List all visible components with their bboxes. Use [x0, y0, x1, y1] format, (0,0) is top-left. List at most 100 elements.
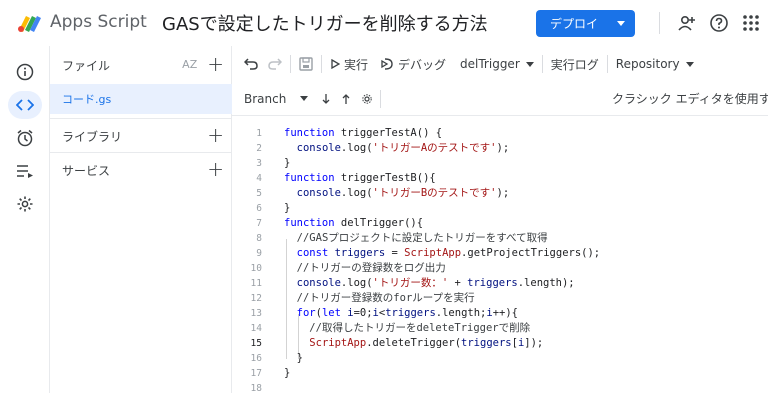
files-section-header: ファイル AZ +	[50, 48, 232, 82]
redo-icon[interactable]	[268, 58, 282, 70]
code-line[interactable]: 4 function triggerTestB(){	[232, 171, 768, 186]
code-line[interactable]: 9 const triggers = ScriptApp.getProjectT…	[232, 246, 768, 261]
push-icon[interactable]	[342, 93, 350, 104]
code-text: ScriptApp.deleteTrigger(triggers[i]);	[309, 337, 544, 349]
code-text: //トリガー登録数のforループを実行	[296, 292, 475, 304]
debug-icon	[381, 58, 393, 70]
line-number: 17	[250, 368, 262, 379]
line-number: 8	[256, 233, 262, 244]
deploy-button[interactable]: デプロイ	[536, 10, 635, 37]
settings-icon[interactable]	[8, 190, 42, 218]
add-user-icon[interactable]	[676, 12, 698, 34]
branch-toolbar: Branch クラシック エディタを使用す	[232, 82, 768, 116]
line-number: 14	[250, 323, 262, 334]
line-number: 1	[256, 128, 262, 139]
code-line[interactable]: 18	[232, 381, 768, 393]
classic-editor-label: クラシック エディタを使用す	[612, 92, 768, 106]
files-title: ファイル	[62, 58, 111, 73]
line-number: 3	[256, 158, 262, 169]
line-number: 6	[256, 203, 262, 214]
code-line[interactable]: 13 for(let i=0;i<triggers.length;i++){	[232, 306, 768, 321]
file-item-code-gs[interactable]: コード.gs	[50, 84, 232, 114]
line-number: 4	[256, 173, 262, 184]
line-number: 11	[250, 278, 262, 289]
libraries-section-header: ライブラリ +	[50, 119, 232, 153]
code-icon[interactable]	[8, 91, 42, 119]
debug-label: デバッグ	[398, 57, 447, 72]
file-name: コード.gs	[62, 93, 112, 106]
app-name[interactable]: Apps Script	[50, 12, 147, 32]
services-title: サービス	[62, 163, 111, 178]
project-title[interactable]: GASで設定したトリガーを削除する方法	[162, 10, 488, 36]
pull-icon[interactable]	[322, 93, 330, 104]
line-number: 7	[256, 218, 262, 229]
code-text: //トリガーの登録数をログ出力	[296, 262, 446, 274]
code-editor[interactable]: 1 function triggerTestA() { 2 console.log(…	[232, 126, 768, 393]
code-text: console.log('トリガーAのテストです');	[296, 142, 510, 154]
line-number: 16	[250, 353, 262, 364]
services-section-header: サービス +	[50, 153, 232, 187]
function-select-value: delTrigger	[460, 57, 520, 71]
code-line[interactable]: 11 console.log('トリガー数：' + triggers.lengt…	[232, 276, 768, 291]
execution-log-label: 実行ログ	[550, 57, 599, 72]
line-number: 2	[256, 143, 262, 154]
code-line[interactable]: 15 ScriptApp.deleteTrigger(triggers[i]);	[232, 336, 768, 351]
info-icon[interactable]	[8, 58, 42, 86]
line-number: 10	[250, 263, 262, 274]
app-header: Apps Script GASで設定したトリガーを削除する方法 デプロイ	[0, 0, 768, 46]
add-service-icon[interactable]: +	[207, 159, 224, 179]
code-line[interactable]: 8 //GASプロジェクトに設定したトリガーをすべて取得	[232, 231, 768, 246]
code-line[interactable]: 5 console.log('トリガーBのテストです');	[232, 186, 768, 201]
code-text: const triggers = ScriptApp.getProjectTri…	[296, 247, 601, 259]
code-line[interactable]: 10 //トリガーの登録数をログ出力	[232, 261, 768, 276]
code-line[interactable]: 1 function triggerTestA() {	[232, 126, 768, 141]
branch-select[interactable]: Branch	[244, 92, 309, 106]
code-text: }	[284, 202, 291, 214]
alarm-icon[interactable]	[8, 124, 42, 152]
code-line[interactable]: 2 console.log('トリガーAのテストです');	[232, 141, 768, 156]
code-line[interactable]: 17}	[232, 366, 768, 381]
line-number: 13	[250, 308, 262, 319]
libraries-title: ライブラリ	[62, 129, 123, 144]
add-file-icon[interactable]: +	[207, 54, 224, 74]
repository-label: Repository	[615, 57, 680, 71]
code-line[interactable]: 14 //取得したトリガーをdeleteTriggerで削除	[232, 321, 768, 336]
git-settings-icon[interactable]	[362, 93, 373, 104]
toolbar-divider	[290, 55, 291, 73]
undo-icon[interactable]	[244, 58, 258, 70]
classic-editor-link[interactable]: クラシック エディタを使用す	[612, 90, 768, 107]
chevron-down-icon	[300, 96, 309, 101]
apps-grid-icon[interactable]	[740, 12, 762, 34]
code-text: function triggerTestA() {	[284, 127, 443, 139]
debug-button[interactable]: デバッグ	[380, 56, 446, 73]
line-number: 18	[250, 383, 262, 393]
chevron-down-icon	[685, 61, 694, 67]
add-library-icon[interactable]: +	[207, 125, 224, 145]
code-line[interactable]: 16 }	[232, 351, 768, 366]
code-line[interactable]: 6}	[232, 201, 768, 216]
code-text: for(let i=0;i<triggers.length;i++){	[296, 307, 518, 319]
line-number: 12	[250, 293, 262, 304]
code-line[interactable]: 12 //トリガー登録数のforループを実行	[232, 291, 768, 306]
chevron-down-icon	[617, 21, 625, 26]
repository-select[interactable]: Repository	[616, 57, 694, 71]
help-icon[interactable]	[708, 12, 730, 34]
function-select[interactable]: delTrigger	[460, 57, 534, 71]
line-number: 15	[250, 338, 262, 349]
line-number: 5	[256, 188, 262, 199]
sort-icon[interactable]: AZ	[182, 58, 197, 71]
left-nav-rail	[0, 46, 50, 393]
code-line[interactable]: 7 function delTrigger(){	[232, 216, 768, 231]
editor-toolbar: 実行 デバッグ delTrigger 実行ログ Repository	[232, 46, 768, 82]
run-button[interactable]: 実行	[330, 56, 368, 73]
code-text: }	[284, 367, 291, 379]
line-number: 9	[256, 248, 262, 259]
save-icon[interactable]	[299, 57, 313, 71]
execution-log-button[interactable]: 実行ログ	[551, 56, 599, 73]
code-line[interactable]: 3}	[232, 156, 768, 171]
executions-icon[interactable]	[8, 157, 42, 185]
header-divider	[659, 12, 660, 34]
play-icon	[331, 59, 340, 69]
code-text: console.log('トリガー数：' + triggers.length);	[296, 277, 575, 289]
code-text: }	[284, 352, 303, 364]
